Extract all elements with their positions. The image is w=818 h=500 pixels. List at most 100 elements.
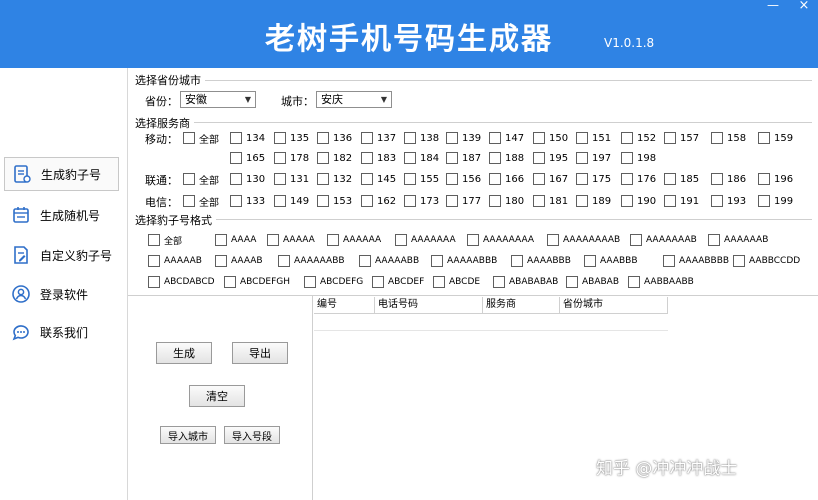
prefix-checkbox[interactable]: 134 [230, 131, 265, 145]
minimize-button[interactable]: — [765, 0, 781, 14]
prefix-checkbox[interactable]: 149 [274, 194, 309, 208]
format-label: AAAAABBB [447, 256, 498, 266]
prefix-label: 145 [377, 173, 397, 185]
format-checkbox[interactable]: ABABAB [566, 275, 619, 289]
prefix-checkbox[interactable]: 184 [404, 151, 439, 165]
close-button[interactable]: × [796, 0, 812, 14]
prefix-checkbox[interactable]: 130 [230, 172, 265, 186]
prefix-checkbox[interactable]: 182 [317, 151, 352, 165]
format-checkbox[interactable]: AAAAB [215, 254, 263, 268]
column-header-region[interactable]: 省份城市 [560, 297, 668, 313]
prefix-checkbox[interactable]: 187 [446, 151, 481, 165]
prefix-checkbox[interactable]: 152 [621, 131, 656, 145]
prefix-checkbox[interactable]: 180 [489, 194, 524, 208]
prefix-checkbox[interactable]: 139 [446, 131, 481, 145]
format-checkbox[interactable]: AABBCCDD [733, 254, 800, 268]
format-checkbox[interactable]: AAAAA [267, 233, 315, 247]
prefix-checkbox[interactable]: 156 [446, 172, 481, 186]
prefix-checkbox[interactable]: 190 [621, 194, 656, 208]
prefix-checkbox[interactable]: 136 [317, 131, 352, 145]
format-checkbox[interactable]: AAAABBB [511, 254, 571, 268]
format-checkbox[interactable]: AAABBB [584, 254, 638, 268]
format-checkbox[interactable]: ABCDEFGH [224, 275, 290, 289]
format-checkbox[interactable]: AAAAAAAAB [547, 233, 620, 247]
format-checkbox[interactable]: AAAAAAAA [467, 233, 534, 247]
import-segment-button[interactable]: 导入号段 [224, 426, 280, 444]
format-checkbox[interactable]: ABABABAB [493, 275, 558, 289]
sidebar-item-login[interactable]: 登录软件 [4, 277, 119, 311]
format-checkbox[interactable]: AAAAAB [148, 254, 202, 268]
telecom-all-checkbox[interactable]: 全部 [183, 194, 219, 209]
prefix-checkbox[interactable]: 183 [361, 151, 396, 165]
prefix-label: 150 [549, 132, 569, 144]
column-header-carrier[interactable]: 服务商 [483, 297, 560, 313]
column-header-phone[interactable]: 电话号码 [375, 297, 483, 313]
mobile-all-checkbox[interactable]: 全部 [183, 131, 219, 146]
format-checkbox[interactable]: ABCDABCD [148, 275, 215, 289]
prefix-checkbox[interactable]: 165 [230, 151, 265, 165]
prefix-checkbox[interactable]: 145 [361, 172, 396, 186]
prefix-checkbox[interactable]: 135 [274, 131, 309, 145]
format-checkbox[interactable]: AAAAAAA [395, 233, 456, 247]
prefix-checkbox[interactable]: 147 [489, 131, 524, 145]
prefix-checkbox[interactable]: 189 [576, 194, 611, 208]
prefix-checkbox[interactable]: 175 [576, 172, 611, 186]
prefix-checkbox[interactable]: 162 [361, 194, 396, 208]
prefix-checkbox[interactable]: 167 [533, 172, 568, 186]
prefix-checkbox[interactable]: 138 [404, 131, 439, 145]
prefix-checkbox[interactable]: 155 [404, 172, 439, 186]
prefix-checkbox[interactable]: 158 [711, 131, 746, 145]
export-button[interactable]: 导出 [232, 342, 288, 364]
prefix-checkbox[interactable]: 166 [489, 172, 524, 186]
generate-button[interactable]: 生成 [156, 342, 212, 364]
prefix-checkbox[interactable]: 159 [758, 131, 793, 145]
prefix-checkbox[interactable]: 185 [664, 172, 699, 186]
prefix-checkbox[interactable]: 176 [621, 172, 656, 186]
unicom-all-checkbox[interactable]: 全部 [183, 172, 219, 187]
format-checkbox[interactable]: AAAA [215, 233, 256, 247]
prefix-checkbox[interactable]: 150 [533, 131, 568, 145]
sidebar-item-contact[interactable]: 联系我们 [4, 315, 119, 349]
prefix-checkbox[interactable]: 151 [576, 131, 611, 145]
prefix-checkbox[interactable]: 188 [489, 151, 524, 165]
prefix-checkbox[interactable]: 195 [533, 151, 568, 165]
column-header-id[interactable]: 编号 [314, 297, 375, 313]
prefix-checkbox[interactable]: 198 [621, 151, 656, 165]
format-checkbox[interactable]: AAAAAAAB [630, 233, 697, 247]
prefix-checkbox[interactable]: 132 [317, 172, 352, 186]
format-checkbox[interactable]: AAAAAABB [278, 254, 345, 268]
format-checkbox[interactable]: ABCDEF [372, 275, 424, 289]
prefix-checkbox[interactable]: 157 [664, 131, 699, 145]
format-checkbox[interactable]: AAAAAA [327, 233, 381, 247]
import-city-button[interactable]: 导入城市 [160, 426, 216, 444]
format-checkbox[interactable]: AAAAAAB [708, 233, 768, 247]
table-row[interactable] [314, 314, 668, 331]
city-select[interactable]: 安庆 ▼ [316, 91, 392, 108]
prefix-checkbox[interactable]: 137 [361, 131, 396, 145]
prefix-checkbox[interactable]: 193 [711, 194, 746, 208]
prefix-checkbox[interactable]: 133 [230, 194, 265, 208]
format-checkbox[interactable]: ABCDEFG [304, 275, 363, 289]
sidebar-item-custom-leopard[interactable]: 自定义豹子号 [4, 238, 119, 272]
prefix-checkbox[interactable]: 186 [711, 172, 746, 186]
prefix-checkbox[interactable]: 131 [274, 172, 309, 186]
format-checkbox[interactable]: AAAAABBB [431, 254, 497, 268]
sidebar-item-generate-random[interactable]: 生成随机号 [4, 198, 119, 232]
sidebar-item-generate-leopard[interactable]: 生成豹子号 [4, 157, 119, 191]
prefix-checkbox[interactable]: 191 [664, 194, 699, 208]
format-checkbox[interactable]: ABCDE [433, 275, 480, 289]
format-checkbox[interactable]: AAAABBBB [663, 254, 729, 268]
format-checkbox[interactable]: AAAAABB [359, 254, 419, 268]
format-checkbox[interactable]: 全部 [148, 233, 182, 247]
prefix-checkbox[interactable]: 199 [758, 194, 793, 208]
prefix-checkbox[interactable]: 177 [446, 194, 481, 208]
province-select[interactable]: 安徽 ▼ [180, 91, 256, 108]
prefix-checkbox[interactable]: 153 [317, 194, 352, 208]
clear-button[interactable]: 清空 [189, 385, 245, 407]
format-checkbox[interactable]: AABBAABB [628, 275, 694, 289]
prefix-checkbox[interactable]: 197 [576, 151, 611, 165]
prefix-checkbox[interactable]: 196 [758, 172, 793, 186]
prefix-checkbox[interactable]: 178 [274, 151, 309, 165]
prefix-checkbox[interactable]: 173 [404, 194, 439, 208]
prefix-checkbox[interactable]: 181 [533, 194, 568, 208]
